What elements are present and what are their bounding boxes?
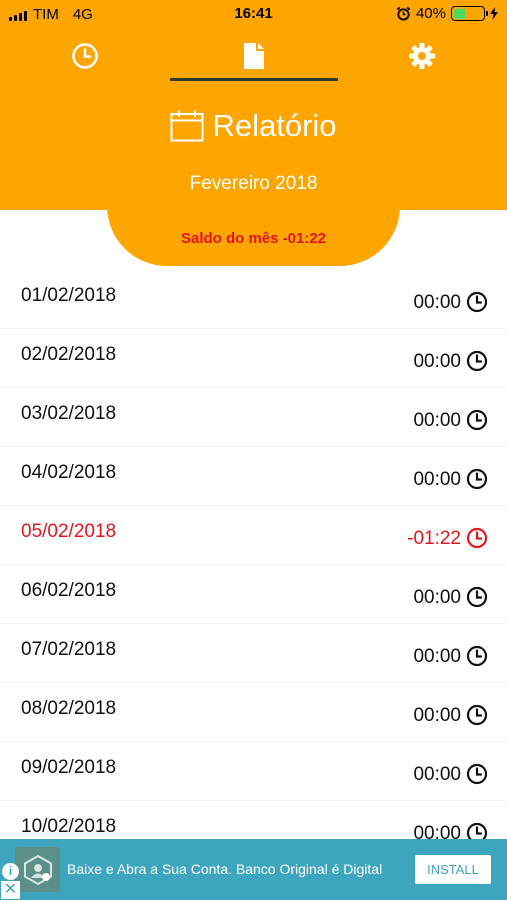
day-row[interactable]: 06/02/2018 00:00 bbox=[0, 565, 507, 624]
page-title: Relatório bbox=[212, 108, 337, 143]
charging-icon bbox=[490, 7, 498, 20]
clock-icon bbox=[466, 645, 488, 667]
tab-bar bbox=[0, 28, 507, 83]
day-date: 08/02/2018 bbox=[21, 698, 117, 719]
day-balance: 00:00 bbox=[413, 587, 461, 608]
status-right: 40% bbox=[396, 5, 498, 22]
clock-icon bbox=[466, 527, 488, 549]
ad-logo bbox=[15, 847, 60, 892]
tab-settings[interactable] bbox=[402, 38, 442, 74]
ad-text: Baixe e Abra a Sua Conta. Banco Original… bbox=[67, 861, 383, 877]
gear-icon bbox=[409, 43, 435, 69]
clock-icon bbox=[466, 291, 488, 313]
day-row[interactable]: 03/02/2018 00:00 bbox=[0, 388, 507, 447]
ad-install-button[interactable]: INSTALL bbox=[415, 855, 491, 884]
day-row[interactable]: 08/02/2018 00:00 bbox=[0, 683, 507, 742]
clock-icon bbox=[466, 409, 488, 431]
day-row[interactable]: 07/02/2018 00:00 bbox=[0, 624, 507, 683]
status-bar: TIM 4G 16:41 40% bbox=[0, 0, 507, 28]
day-balance: 00:00 bbox=[413, 292, 461, 313]
day-date: 03/02/2018 bbox=[21, 403, 117, 424]
clock-icon bbox=[466, 350, 488, 372]
header: Relatório Fevereiro 2018 bbox=[0, 28, 507, 210]
day-list: 01/02/2018 00:00 02/02/2018 00:00 03/02/… bbox=[0, 270, 507, 860]
ad-banner[interactable]: i ✕ Baixe e Abra a Sua Conta. Banco Orig… bbox=[0, 839, 507, 900]
month-balance-card: Saldo do mês -01:22 bbox=[107, 190, 400, 266]
day-date: 09/02/2018 bbox=[21, 757, 117, 778]
day-balance: 00:00 bbox=[413, 351, 461, 372]
day-row[interactable]: 05/02/2018 -01:22 bbox=[0, 506, 507, 565]
day-balance: 00:00 bbox=[413, 646, 461, 667]
battery-percent: 40% bbox=[415, 5, 446, 22]
ad-close-icon[interactable]: ✕ bbox=[1, 881, 20, 899]
day-date: 07/02/2018 bbox=[21, 639, 117, 660]
page-title-row: Relatório bbox=[0, 108, 507, 144]
day-row[interactable]: 04/02/2018 00:00 bbox=[0, 447, 507, 506]
day-date: 10/02/2018 bbox=[21, 816, 117, 837]
document-icon bbox=[244, 43, 264, 69]
day-balance: 00:00 bbox=[413, 469, 461, 490]
day-date: 02/02/2018 bbox=[21, 344, 117, 365]
tab-report[interactable] bbox=[234, 38, 274, 74]
selected-tab-indicator bbox=[170, 78, 338, 81]
day-row[interactable]: 02/02/2018 00:00 bbox=[0, 329, 507, 388]
alarm-icon bbox=[396, 6, 411, 21]
tab-clock[interactable] bbox=[65, 38, 105, 74]
clock-icon bbox=[466, 763, 488, 785]
app-screen: TIM 4G 16:41 40% Relatório Fevereiro 201… bbox=[0, 0, 507, 900]
calendar-icon bbox=[170, 110, 204, 142]
clock-icon bbox=[466, 586, 488, 608]
day-row[interactable]: 01/02/2018 00:00 bbox=[0, 270, 507, 329]
clock-icon bbox=[466, 704, 488, 726]
day-balance: 00:00 bbox=[413, 705, 461, 726]
bank-logo-icon bbox=[23, 854, 52, 885]
clock-icon bbox=[466, 468, 488, 490]
day-row[interactable]: 09/02/2018 00:00 bbox=[0, 742, 507, 801]
clock-icon bbox=[72, 43, 98, 69]
ad-info-icon[interactable]: i bbox=[2, 863, 19, 880]
day-balance: -01:22 bbox=[407, 528, 461, 549]
day-date: 01/02/2018 bbox=[21, 285, 117, 306]
day-date: 06/02/2018 bbox=[21, 580, 117, 601]
month-balance: Saldo do mês -01:22 bbox=[180, 230, 327, 247]
day-date: 04/02/2018 bbox=[21, 462, 117, 483]
day-balance: 00:00 bbox=[413, 764, 461, 785]
day-date: 05/02/2018 bbox=[21, 521, 117, 542]
battery-icon bbox=[451, 6, 488, 21]
battery-fill bbox=[453, 8, 466, 19]
day-balance: 00:00 bbox=[413, 410, 461, 431]
